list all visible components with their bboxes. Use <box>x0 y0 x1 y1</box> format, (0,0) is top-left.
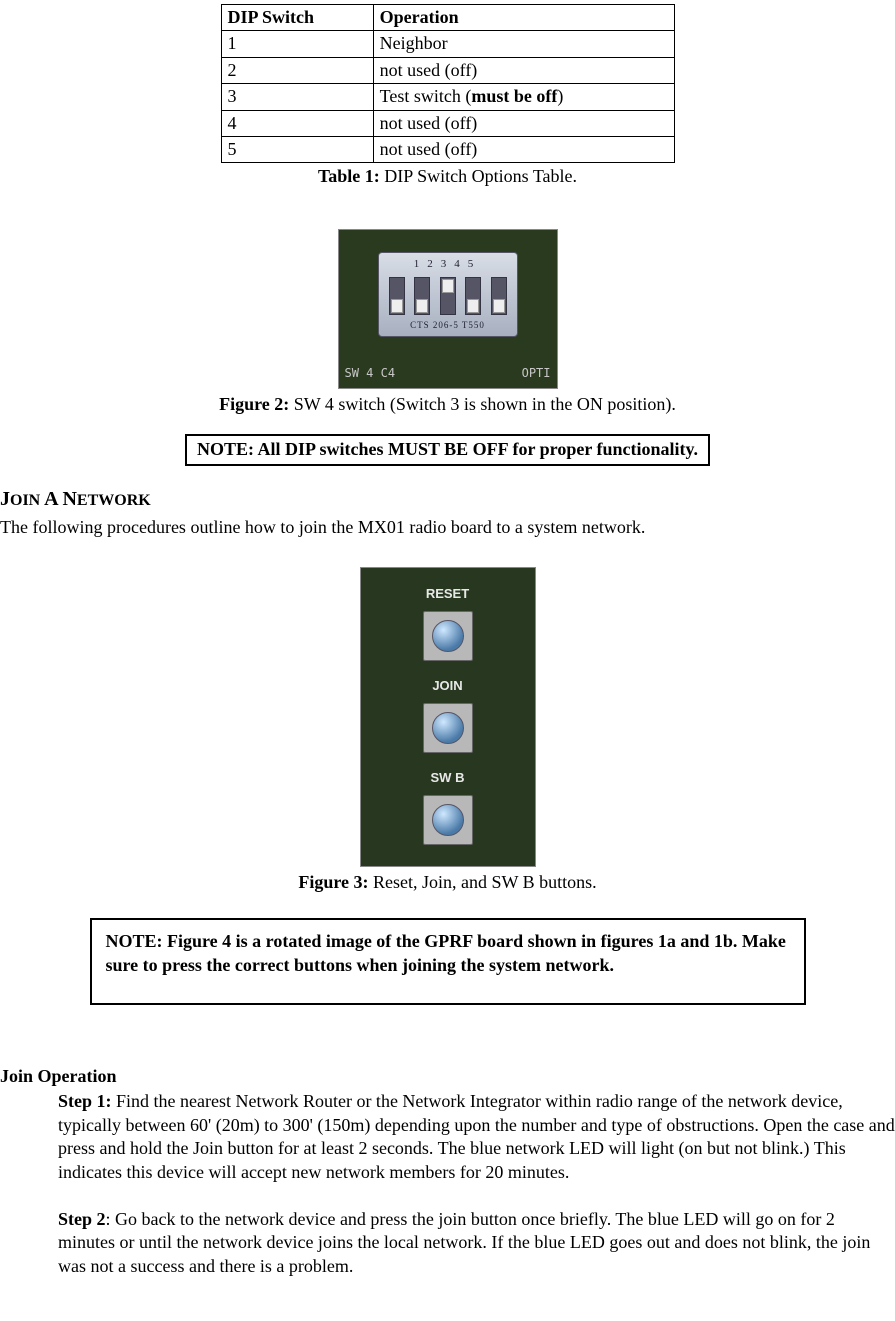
table-header-row: DIP Switch Operation <box>221 5 674 31</box>
figure-3-caption: Figure 3: Reset, Join, and SW B buttons. <box>0 871 895 894</box>
td: 3 <box>221 84 373 110</box>
dip-slot-2 <box>414 277 430 315</box>
table-row: 3 Test switch (must be off) <box>221 84 674 110</box>
step-2: Step 2: Go back to the network device an… <box>58 1208 895 1278</box>
caption-label: Figure 2: <box>219 394 289 414</box>
heading-part: ETWORK <box>77 492 151 509</box>
dip-lever <box>442 279 454 293</box>
dip-switch-body: 12345 CTS 206-5 T550 <box>378 252 518 337</box>
th-operation: Operation <box>373 5 674 31</box>
dip-slot-5 <box>491 277 507 315</box>
dip-slots <box>389 277 507 315</box>
board-silkscreen-left: SW 4 C4 <box>345 366 396 382</box>
td-text: ) <box>557 86 563 106</box>
table-row: 5 not used (off) <box>221 136 674 162</box>
caption-text: SW 4 switch (Switch 3 is shown in the ON… <box>289 394 676 414</box>
caption-label: Figure 3: <box>298 872 368 892</box>
caption-text: Reset, Join, and SW B buttons. <box>368 872 596 892</box>
figure-2-caption: Figure 2: SW 4 switch (Switch 3 is shown… <box>0 393 895 416</box>
join-tact-switch <box>423 703 473 753</box>
section-heading-join-network: JOIN A NETWORK <box>0 486 895 512</box>
dip-lever <box>416 299 428 313</box>
dip-lever <box>391 299 403 313</box>
caption-text: DIP Switch Options Table. <box>380 166 577 186</box>
swb-label: SW B <box>379 770 517 787</box>
td: 5 <box>221 136 373 162</box>
join-button-row: JOIN <box>379 696 517 760</box>
dip-slot-3 <box>440 277 456 315</box>
note-rotated-image: NOTE: Figure 4 is a rotated image of the… <box>90 918 806 1005</box>
table-row: 1 Neighbor <box>221 31 674 57</box>
dip-switch-table: DIP Switch Operation 1 Neighbor 2 not us… <box>221 4 675 163</box>
td: 2 <box>221 57 373 83</box>
join-operation-heading: Join Operation <box>0 1065 895 1088</box>
td-text: Test switch ( <box>380 86 472 106</box>
dip-switch-numbers: 12345 <box>379 257 517 271</box>
td: 1 <box>221 31 373 57</box>
board-silkscreen-right: OPTI <box>522 366 551 382</box>
note-dip-off: NOTE: All DIP switches MUST BE OFF for p… <box>185 434 710 465</box>
reset-button-row: RESET <box>379 604 517 668</box>
dip-lever <box>467 299 479 313</box>
table-row: 4 not used (off) <box>221 110 674 136</box>
step-1-text: Find the nearest Network Router or the N… <box>58 1091 895 1181</box>
swb-button-row: SW B <box>379 788 517 852</box>
caption-label: Table 1: <box>318 166 380 186</box>
heading-part: A N <box>40 488 77 510</box>
buttons-photo: RESET JOIN SW B <box>360 567 536 867</box>
td-bold: must be off <box>471 86 557 106</box>
figure-3: RESET JOIN SW B Figure 3: Reset, Join, a… <box>0 567 895 894</box>
heading-part: OIN <box>10 492 40 509</box>
td: Test switch (must be off) <box>373 84 674 110</box>
table-row: 2 not used (off) <box>221 57 674 83</box>
step-2-text: : Go back to the network device and pres… <box>58 1209 870 1276</box>
reset-label: RESET <box>379 586 517 603</box>
step-2-label: Step 2 <box>58 1209 106 1229</box>
swb-tact-switch <box>423 795 473 845</box>
table-1-caption: Table 1: DIP Switch Options Table. <box>0 165 895 188</box>
td: not used (off) <box>373 136 674 162</box>
dip-lever <box>493 299 505 313</box>
reset-tact-switch <box>423 611 473 661</box>
td: 4 <box>221 110 373 136</box>
dip-slot-1 <box>389 277 405 315</box>
step-1-label: Step 1: <box>58 1091 112 1111</box>
join-network-intro: The following procedures outline how to … <box>0 516 895 539</box>
dip-chip-label: CTS 206-5 T550 <box>379 320 517 332</box>
td: not used (off) <box>373 57 674 83</box>
dip-switch-photo: 12345 CTS 206-5 T550 OPTI SW 4 C4 <box>338 229 558 389</box>
th-dip-switch: DIP Switch <box>221 5 373 31</box>
heading-part: J <box>0 488 10 510</box>
td: not used (off) <box>373 110 674 136</box>
td: Neighbor <box>373 31 674 57</box>
step-1: Step 1: Find the nearest Network Router … <box>58 1090 895 1184</box>
join-label: JOIN <box>379 678 517 695</box>
dip-slot-4 <box>465 277 481 315</box>
figure-2: 12345 CTS 206-5 T550 OPTI SW 4 C4 Figure… <box>0 229 895 416</box>
